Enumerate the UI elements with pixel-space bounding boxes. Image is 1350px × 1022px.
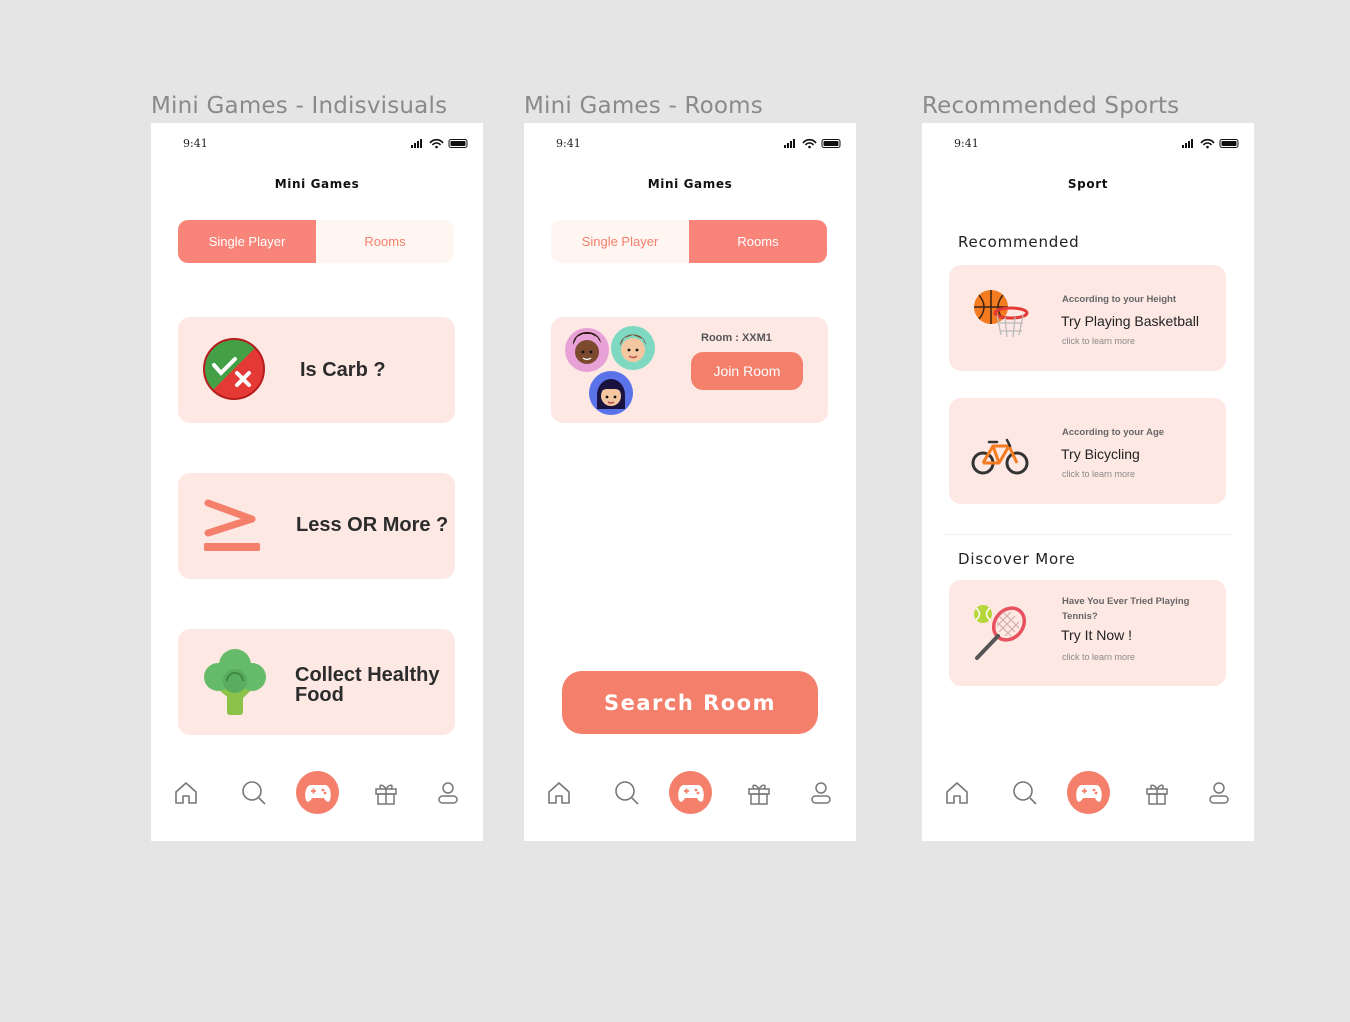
game-card-collect-healthy-food[interactable]: Collect Healthy Food (178, 629, 455, 735)
profile-icon[interactable] (798, 770, 844, 816)
recommended-heading: Recommended (958, 233, 1080, 251)
search-icon[interactable] (604, 770, 650, 816)
learn-more-link[interactable]: click to learn more (1062, 336, 1135, 346)
game-label: Collect Healthy Food (295, 664, 440, 706)
gamepad-icon[interactable] (1067, 771, 1110, 814)
frame-title: Mini Games - Rooms (524, 93, 763, 119)
search-room-button[interactable]: Search Room (562, 671, 818, 734)
screen-title: Sport (1067, 177, 1109, 191)
learn-more-link[interactable]: click to learn more (1062, 652, 1135, 662)
profile-icon[interactable] (425, 770, 471, 816)
discover-card[interactable]: Have You Ever Tried Playing Tennis? Try … (949, 580, 1226, 686)
discover-subtitle: Tennis? (1062, 611, 1098, 622)
tab-single-player[interactable]: Single Player (551, 220, 689, 263)
bottom-nav (162, 770, 472, 816)
tennis-icon (974, 605, 1027, 660)
discover-heading: Discover More (958, 550, 1076, 568)
recommendation-card[interactable]: According to your Age Try Bicycling clic… (949, 398, 1226, 504)
gift-icon[interactable] (1134, 770, 1180, 816)
screen-title: Mini Games (274, 177, 360, 191)
tab-rooms[interactable]: Rooms (316, 220, 454, 263)
gamepad-icon[interactable] (296, 771, 339, 814)
discover-subtitle: Have You Ever Tried Playing (1062, 596, 1190, 607)
game-label: Is Carb ? (300, 359, 386, 381)
bottom-nav (535, 770, 845, 816)
mode-tabs: Single Player Rooms (551, 220, 827, 263)
status-icons (411, 138, 468, 149)
recommendation-subtitle: According to your Age (1062, 427, 1165, 438)
room-avatars (565, 326, 655, 415)
avatar (589, 371, 633, 415)
game-card-less-or-more[interactable]: Less OR More ? (178, 473, 455, 579)
status-time: 9:41 (183, 137, 208, 150)
recommendation-title: Try Playing Basketball (1061, 313, 1199, 329)
room-card: Room : XXM1 Join Room (551, 317, 828, 423)
search-icon[interactable] (1002, 770, 1048, 816)
home-icon[interactable] (934, 770, 980, 816)
recommendation-card[interactable]: According to your Height Try Playing Bas… (949, 265, 1226, 371)
divider (945, 534, 1231, 535)
bicycle-icon (971, 438, 1029, 475)
bottom-nav (933, 770, 1243, 816)
avatar (611, 326, 655, 370)
check-cross-icon (203, 338, 265, 400)
basketball-icon (974, 290, 1029, 338)
search-icon[interactable] (231, 770, 277, 816)
gift-icon[interactable] (736, 770, 782, 816)
status-time: 9:41 (954, 137, 979, 150)
join-room-button[interactable]: Join Room (691, 352, 803, 390)
tab-single-player[interactable]: Single Player (178, 220, 316, 263)
tab-rooms[interactable]: Rooms (689, 220, 827, 263)
status-time: 9:41 (556, 137, 581, 150)
avatar (565, 328, 609, 372)
discover-title: Try It Now ! (1061, 627, 1133, 643)
gamepad-icon[interactable] (669, 771, 712, 814)
status-icons (784, 138, 841, 149)
gift-icon[interactable] (363, 770, 409, 816)
profile-icon[interactable] (1196, 770, 1242, 816)
game-label: Less OR More ? (296, 514, 449, 536)
screen-title: Mini Games (647, 177, 733, 191)
recommendation-subtitle: According to your Height (1062, 294, 1176, 305)
learn-more-link[interactable]: click to learn more (1062, 469, 1135, 479)
status-icons (1182, 138, 1239, 149)
room-code: Room : XXM1 (701, 332, 772, 344)
home-icon[interactable] (163, 770, 209, 816)
recommendation-title: Try Bicycling (1061, 446, 1140, 462)
game-card-is-carb[interactable]: Is Carb ? (178, 317, 455, 423)
frame-title: Mini Games - Indisvisuals (151, 93, 448, 119)
home-icon[interactable] (536, 770, 582, 816)
greater-equal-icon (204, 499, 260, 551)
frame-title: Recommended Sports (922, 93, 1180, 119)
mode-tabs: Single Player Rooms (178, 220, 454, 263)
broccoli-icon (204, 649, 266, 715)
